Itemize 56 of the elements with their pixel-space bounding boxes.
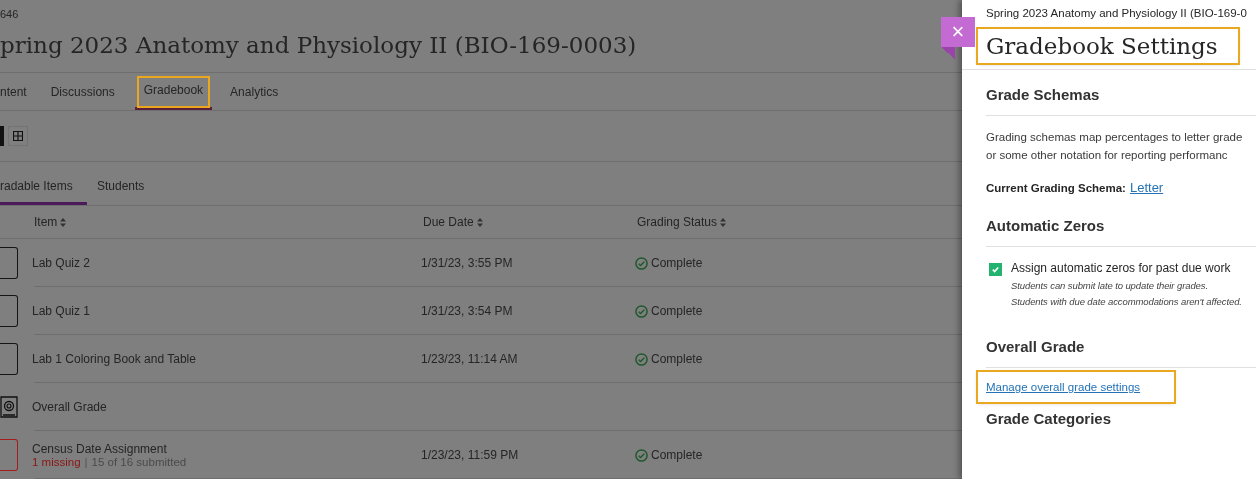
nav-tab[interactable]: Analytics <box>222 73 287 110</box>
grading-status: Complete <box>651 448 703 462</box>
due-date: 1/23/23, 11:14 AM <box>421 352 518 366</box>
due-date: 1/31/23, 3:54 PM <box>421 304 513 318</box>
section-heading: Automatic Zeros <box>986 201 1256 247</box>
column-header[interactable]: Item <box>34 215 423 229</box>
item-title[interactable]: Census Date Assignment <box>32 442 421 456</box>
section-heading: Overall Grade <box>986 322 1256 368</box>
grid-view-button[interactable] <box>8 126 28 146</box>
assignment-icon <box>0 439 18 471</box>
help-text: Students with due date accommodations aren't affected. <box>1011 295 1242 309</box>
section-heading: Grade Schemas <box>986 70 1256 116</box>
separator: | <box>84 456 88 468</box>
item-title[interactable]: Lab 1 Coloring Book and Table <box>32 352 421 366</box>
sort-icon <box>60 217 67 227</box>
sort-icon <box>720 217 727 227</box>
column-header[interactable]: Grading Status <box>637 215 727 229</box>
settings-link[interactable]: Manage overall grade settings <box>978 372 1174 402</box>
section-heading: Grade Categories <box>986 409 1113 429</box>
help-text: Students can submit late to update their grades. <box>1011 279 1209 293</box>
missing-count: 1 missing <box>32 456 81 468</box>
grade-book-icon <box>0 395 18 419</box>
assignment-icon <box>0 295 18 327</box>
grading-status: Complete <box>651 352 703 366</box>
check-circle-icon <box>635 256 648 270</box>
course-name: Spring 2023 Anatomy and Physiology II (BIO-169-0 <box>985 6 1248 21</box>
nav-tab[interactable]: ntent <box>0 73 35 110</box>
nav-tab[interactable]: Discussions <box>42 73 123 110</box>
sub-tab[interactable]: Students <box>97 173 155 205</box>
due-date: 1/31/23, 3:55 PM <box>421 256 513 270</box>
item-title[interactable]: Lab Quiz 1 <box>32 304 421 318</box>
due-date: 1/23/23, 11:59 PM <box>421 448 519 462</box>
panel-title: Gradebook Settings <box>978 29 1238 63</box>
check-circle-icon <box>635 352 648 366</box>
sort-icon <box>476 217 483 227</box>
checkmark-icon <box>991 265 1000 274</box>
item-title[interactable]: Overall Grade <box>32 400 421 414</box>
grid-icon <box>13 131 23 141</box>
grading-status: Complete <box>651 256 703 270</box>
close-button[interactable]: × <box>941 17 975 59</box>
checkbox[interactable] <box>989 263 1002 276</box>
column-header[interactable]: Due Date <box>423 215 637 229</box>
grading-status: Complete <box>651 304 703 318</box>
check-circle-icon <box>635 304 648 318</box>
check-circle-icon <box>635 448 648 462</box>
item-title[interactable]: Lab Quiz 2 <box>32 256 421 270</box>
schema-label: Current Grading Schema: <box>986 182 1126 194</box>
schema-link[interactable]: Letter <box>1129 180 1164 195</box>
nav-tab[interactable]: Gradebook <box>134 73 213 110</box>
assignment-icon <box>0 343 18 375</box>
sub-tab[interactable]: radable Items <box>0 173 87 205</box>
checkbox-label: Assign automatic zeros for past due work <box>1011 261 1232 277</box>
assignment-icon <box>0 247 18 279</box>
description-line: Grading schemas map percentages to letter grade <box>986 130 1244 145</box>
description-line: or some other notation for reporting performanc <box>986 148 1229 163</box>
course-id: 646 <box>0 7 20 22</box>
